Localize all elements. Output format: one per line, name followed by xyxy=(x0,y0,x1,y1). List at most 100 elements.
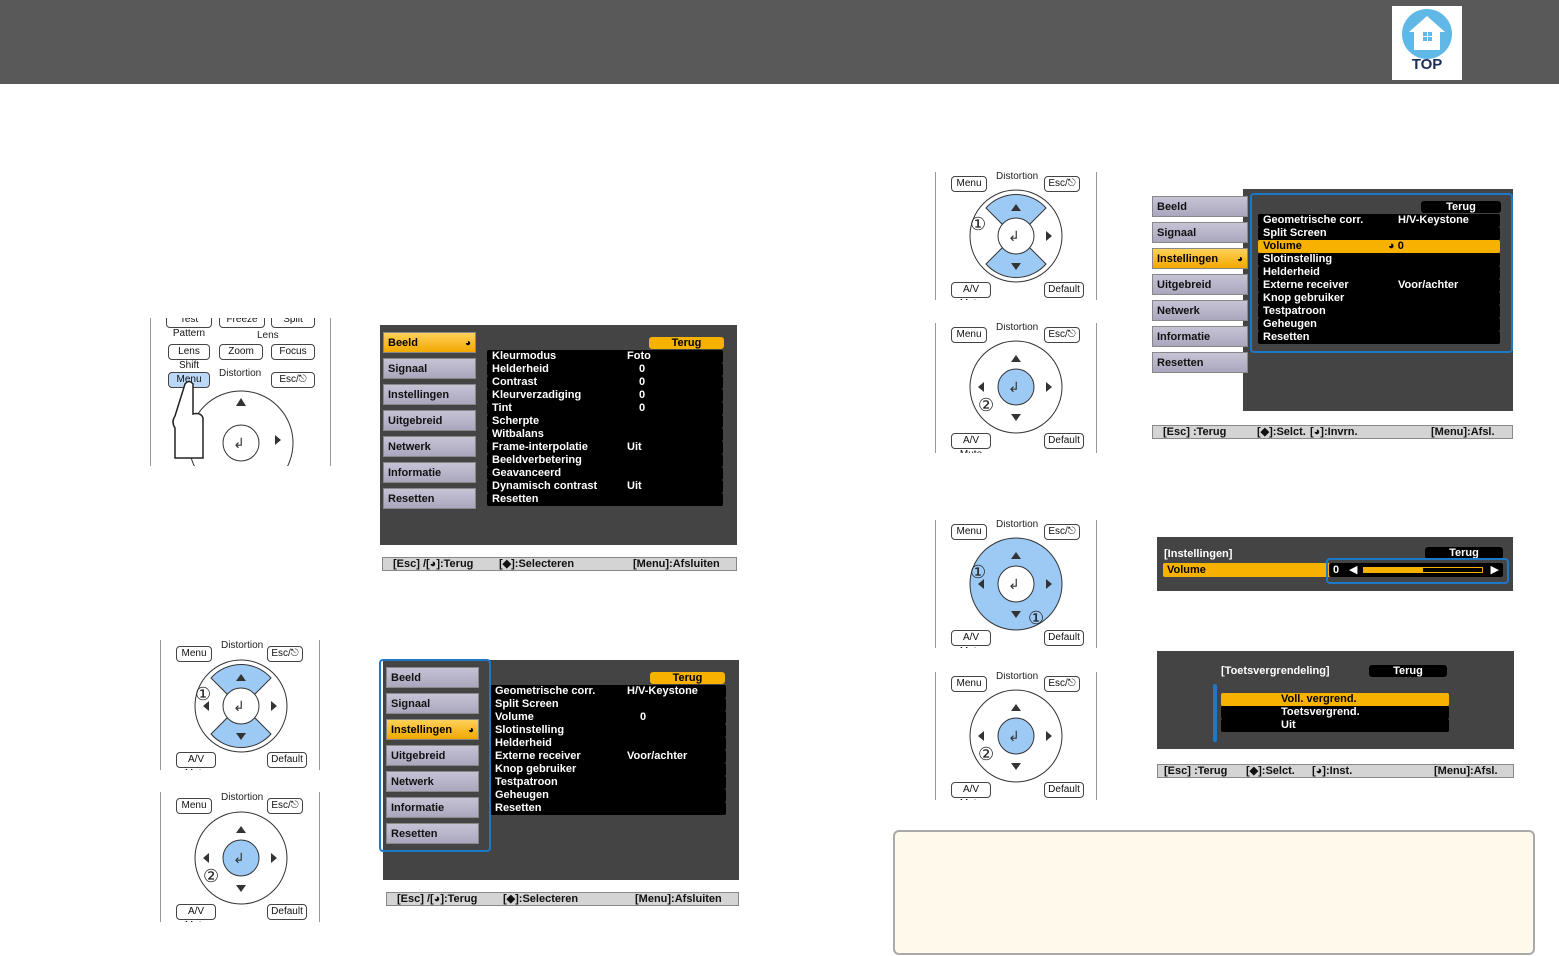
menu-row[interactable]: Geavanceerd xyxy=(487,467,723,480)
option-off[interactable]: Uit xyxy=(1221,719,1449,732)
remote-enter-3: Menu Distortion Esc/⎋ ↲ ② A/V Mute Defau… xyxy=(935,672,1097,800)
remote-enter: Menu Distortion Esc/⎋ ↲ ② A/V Mute Defau… xyxy=(160,792,320,922)
menu-row[interactable]: Split Screen xyxy=(490,698,726,711)
default-button[interactable]: Default xyxy=(267,752,307,768)
sidebar-item-informatie[interactable]: Informatie xyxy=(1152,326,1248,347)
sidebar-item-beeld[interactable]: Beeld xyxy=(383,332,476,354)
dpad[interactable]: ↲ xyxy=(181,656,301,756)
remote-enter-2: Menu Distortion Esc/⎋ ↲ ② A/V Mute Defau… xyxy=(935,323,1097,453)
default-button[interactable]: Default xyxy=(1044,630,1084,646)
status-exit: [Menu]:Afsluiten xyxy=(633,558,720,570)
option-key-lock[interactable]: Toetsvergrend. xyxy=(1221,706,1449,719)
status-bar: [Esc] /[◕]:Terug [◆]:Selecteren [Menu]:A… xyxy=(386,892,739,906)
split-button[interactable]: Split xyxy=(271,318,315,328)
status-bar: [Esc] :Terug [◆]:Selct. [◕]:Invrn. [Menu… xyxy=(1152,425,1513,439)
menu-row[interactable]: Contrast 0 xyxy=(487,376,723,389)
status-back: [Esc] /[◕]:Terug xyxy=(393,558,474,570)
step-one-marker: ① xyxy=(970,214,987,234)
sidebar-item-uitgebreid[interactable]: Uitgebreid xyxy=(383,410,476,431)
sidebar-item-beeld[interactable]: Beeld xyxy=(1152,196,1248,217)
status-select: [◆]:Selecteren xyxy=(503,893,579,905)
submenu-highlight xyxy=(1250,193,1513,353)
sidebar-item-netwerk[interactable]: Netwerk xyxy=(1152,300,1248,321)
dpad[interactable]: ↲ xyxy=(956,186,1076,286)
svg-text:↲: ↲ xyxy=(1008,379,1020,395)
av-mute-button[interactable]: A/V Mute xyxy=(951,782,991,800)
menu-row[interactable]: Volume 0 xyxy=(490,711,726,724)
option-full-lock[interactable]: Voll. vergrend. xyxy=(1221,693,1449,706)
av-mute-button[interactable]: A/V Mute xyxy=(176,904,216,922)
status-select: [◆]:Selct. xyxy=(1246,765,1295,777)
menu-row[interactable]: Resetten xyxy=(487,493,723,506)
default-button[interactable]: Default xyxy=(1044,433,1084,449)
step-one-marker: ① xyxy=(195,684,212,704)
menu-row[interactable]: Helderheid 0 xyxy=(487,363,723,376)
lock-options: Voll. vergrend. Toetsvergrend. Uit xyxy=(1221,693,1449,732)
distortion-label: Distortion xyxy=(996,172,1039,182)
back-button[interactable]: Terug xyxy=(1369,665,1447,677)
hand-pointer-icon xyxy=(172,380,204,459)
sidebar-item-resetten[interactable]: Resetten xyxy=(1152,352,1248,373)
step-one-marker: ① xyxy=(970,562,987,582)
menu-sidebar: Beeld Signaal Instellingen Uitgebreid Ne… xyxy=(383,332,476,509)
top-label: TOP xyxy=(1411,56,1443,73)
status-bar: [Esc] /[◕]:Terug [◆]:Selecteren [Menu]:A… xyxy=(382,557,737,571)
options-highlight xyxy=(1213,684,1217,742)
home-icon xyxy=(1402,9,1452,59)
menu-row[interactable]: Geometrische corr. H/V-Keystone xyxy=(490,685,726,698)
sidebar-item-informatie[interactable]: Informatie xyxy=(383,462,476,483)
test-pattern-button[interactable]: Test Pattern xyxy=(166,318,212,339)
sidebar-item-signaal[interactable]: Signaal xyxy=(1152,222,1248,243)
status-select: [◆]:Selct. xyxy=(1257,426,1306,438)
remote-updown-2: Menu Distortion Esc/⎋ ↲ ① A/V Mute Defau… xyxy=(935,172,1097,300)
top-link[interactable]: TOP xyxy=(1392,6,1462,80)
av-mute-button[interactable]: A/V Mute xyxy=(176,752,216,770)
back-button[interactable]: Terug xyxy=(649,337,724,349)
freeze-button[interactable]: Freeze xyxy=(219,318,265,328)
default-button[interactable]: Default xyxy=(267,904,307,920)
esc-button[interactable]: Esc/⎋ xyxy=(271,372,315,388)
menu-row[interactable]: Beeldverbetering xyxy=(487,454,723,467)
dpad[interactable]: ↲ xyxy=(956,337,1076,437)
distortion-label: Distortion xyxy=(996,672,1039,682)
default-button[interactable]: Default xyxy=(1044,782,1084,798)
menu-row[interactable]: Witbalans xyxy=(487,428,723,441)
status-exit: [Menu]:Afsl. xyxy=(1434,765,1498,777)
menu-row[interactable]: Tint 0 xyxy=(487,402,723,415)
sidebar-item-netwerk[interactable]: Netwerk xyxy=(383,436,476,457)
sidebar-item-instellingen[interactable]: Instellingen xyxy=(1152,248,1248,270)
menu-row[interactable]: Kleurverzadiging 0 xyxy=(487,389,723,402)
menu-row[interactable]: Scherpte xyxy=(487,415,723,428)
dpad[interactable]: ↲ xyxy=(956,686,1076,786)
menu-sidebar: Beeld Signaal Instellingen Uitgebreid Ne… xyxy=(1152,196,1248,373)
menu-row[interactable]: Externe receiver Voor/achter xyxy=(490,750,726,763)
av-mute-button[interactable]: A/V Mute xyxy=(951,630,991,648)
menu-row[interactable]: Helderheid xyxy=(490,737,726,750)
menu-row[interactable]: Dynamisch contrast Uit xyxy=(487,480,723,493)
dpad[interactable]: ↲ xyxy=(181,808,301,908)
menu-row[interactable]: Geheugen xyxy=(490,789,726,802)
menu-row[interactable]: Frame-interpolatie Uit xyxy=(487,441,723,454)
dpad[interactable]: ↲ xyxy=(956,534,1076,634)
lens-shift-button[interactable]: Lens Shift xyxy=(168,344,210,371)
sidebar-item-uitgebreid[interactable]: Uitgebreid xyxy=(1152,274,1248,295)
sidebar-item-instellingen[interactable]: Instellingen xyxy=(383,384,476,405)
menu-row[interactable]: Kleurmodus Foto xyxy=(487,350,723,363)
focus-button[interactable]: Focus xyxy=(271,344,315,360)
menu-row[interactable]: Resetten xyxy=(490,802,726,815)
back-button[interactable]: Terug xyxy=(650,672,725,684)
av-mute-button[interactable]: A/V Mute xyxy=(951,282,991,300)
projector-menu-beeld: Beeld Signaal Instellingen Uitgebreid Ne… xyxy=(380,325,737,545)
av-mute-button[interactable]: A/V Mute xyxy=(951,433,991,453)
sidebar-highlight xyxy=(379,659,491,852)
sidebar-item-resetten[interactable]: Resetten xyxy=(383,488,476,509)
zoom-button[interactable]: Zoom xyxy=(219,344,263,360)
default-button[interactable]: Default xyxy=(1044,282,1084,298)
step-two-marker: ② xyxy=(978,744,995,764)
menu-row[interactable]: Testpatroon xyxy=(490,776,726,789)
sidebar-item-signaal[interactable]: Signaal xyxy=(383,358,476,379)
status-back: [Esc] :Terug xyxy=(1163,426,1227,438)
menu-row[interactable]: Slotinstelling xyxy=(490,724,726,737)
menu-items: Kleurmodus Foto Helderheid 0 Contrast 0 Kle… xyxy=(487,350,723,506)
menu-row[interactable]: Knop gebruiker xyxy=(490,763,726,776)
